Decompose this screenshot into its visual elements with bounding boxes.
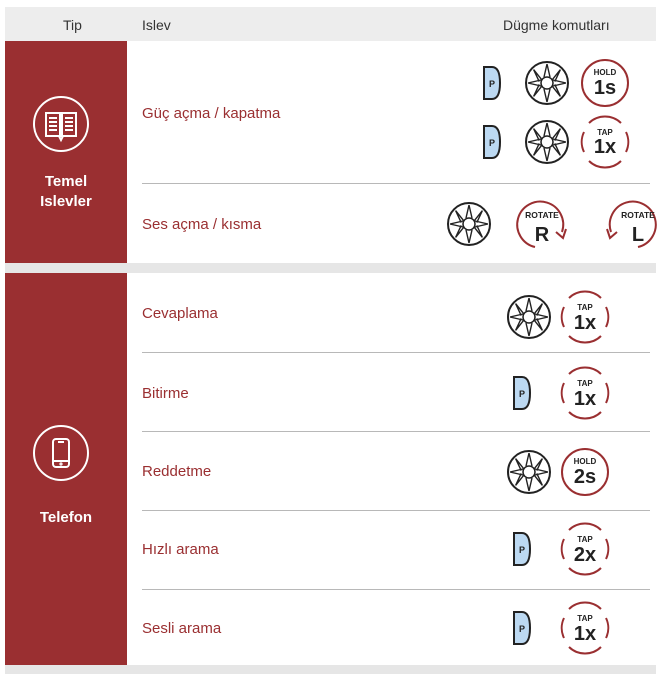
- row-label-power: Güç açma / kapatma: [142, 105, 281, 122]
- svg-text:1x: 1x: [594, 136, 616, 158]
- svg-text:1x: 1x: [574, 623, 596, 645]
- header-type: Tip: [63, 17, 82, 33]
- jog-wheel-icon: [525, 120, 569, 164]
- section-label-basic: Temel Islevler: [40, 173, 92, 210]
- p-button-icon: P: [483, 66, 502, 100]
- phone-icon: [33, 425, 89, 481]
- header-function: Islev: [142, 17, 171, 33]
- p-button-icon: P: [483, 125, 502, 159]
- row-divider: [142, 589, 650, 590]
- end-commands: P TAP 1x: [513, 366, 610, 420]
- p-button-icon: P: [513, 611, 532, 645]
- p-button-icon: P: [513, 532, 532, 566]
- svg-text:TAP: TAP: [577, 614, 593, 623]
- svg-text:2x: 2x: [574, 544, 596, 566]
- svg-text:P: P: [489, 138, 495, 148]
- svg-text:R: R: [535, 224, 550, 246]
- svg-text:P: P: [519, 624, 525, 634]
- svg-text:1s: 1s: [594, 77, 616, 99]
- svg-text:TAP: TAP: [577, 303, 593, 312]
- svg-text:L: L: [632, 224, 644, 246]
- table-header: Tip Islev Dügme komutları: [5, 7, 656, 41]
- tap-2x-badge: TAP 2x: [560, 522, 610, 576]
- svg-text:P: P: [519, 545, 525, 555]
- svg-text:1x: 1x: [574, 388, 596, 410]
- svg-text:ROTATE: ROTATE: [525, 210, 559, 220]
- section-separator: [5, 263, 656, 273]
- answer-commands: TAP 1x: [507, 290, 610, 344]
- section-sidebar-basic: [5, 41, 127, 263]
- row-label-voice-dial: Sesli arama: [142, 620, 222, 637]
- svg-text:ROTATE: ROTATE: [621, 210, 655, 220]
- book-icon: [33, 96, 89, 152]
- tap-1x-badge: TAP 1x: [580, 115, 630, 169]
- header-buttons: Dügme komutları: [503, 17, 610, 33]
- svg-text:TAP: TAP: [577, 379, 593, 388]
- svg-text:P: P: [519, 389, 525, 399]
- tap-1x-badge: TAP 1x: [560, 366, 610, 420]
- row-divider: [142, 352, 650, 353]
- row-divider: [142, 510, 650, 511]
- p-button-icon: P: [513, 376, 532, 410]
- volume-commands: ROTATE R ROTATE L: [447, 200, 657, 248]
- speed-dial-commands: P TAP 2x: [513, 522, 610, 576]
- svg-text:2s: 2s: [574, 466, 596, 488]
- rotate-l-badge: ROTATE L: [606, 200, 657, 248]
- table-bottom-bar: [5, 665, 656, 674]
- row-divider: [142, 183, 650, 184]
- row-label-answer: Cevaplama: [142, 305, 218, 322]
- hold-2s-badge: HOLD 2s: [561, 448, 609, 496]
- svg-text:P: P: [489, 79, 495, 89]
- rotate-r-badge: ROTATE R: [516, 200, 567, 248]
- tap-1x-badge: TAP 1x: [560, 290, 610, 344]
- hold-1s-badge: HOLD 1s: [581, 59, 629, 107]
- row-label-speed-dial: Hızlı arama: [142, 541, 219, 558]
- power-commands: P HOLD 1s P TAP 1x: [483, 59, 630, 169]
- reject-commands: HOLD 2s: [507, 448, 609, 496]
- svg-text:HOLD: HOLD: [574, 457, 597, 466]
- svg-text:TAP: TAP: [577, 535, 593, 544]
- section-label-phone: Telefon: [39, 509, 93, 526]
- voice-dial-commands: P TAP 1x: [513, 601, 610, 655]
- jog-wheel-icon: [507, 450, 551, 494]
- jog-wheel-icon: [507, 295, 551, 339]
- jog-wheel-icon: [525, 61, 569, 105]
- svg-text:1x: 1x: [574, 312, 596, 334]
- row-label-volume: Ses açma / kısma: [142, 216, 262, 233]
- row-divider: [142, 431, 650, 432]
- tap-1x-badge: TAP 1x: [560, 601, 610, 655]
- row-label-end: Bitirme: [142, 385, 189, 402]
- jog-wheel-icon: [447, 202, 491, 246]
- svg-text:HOLD: HOLD: [594, 68, 617, 77]
- row-label-reject: Reddetme: [142, 463, 212, 480]
